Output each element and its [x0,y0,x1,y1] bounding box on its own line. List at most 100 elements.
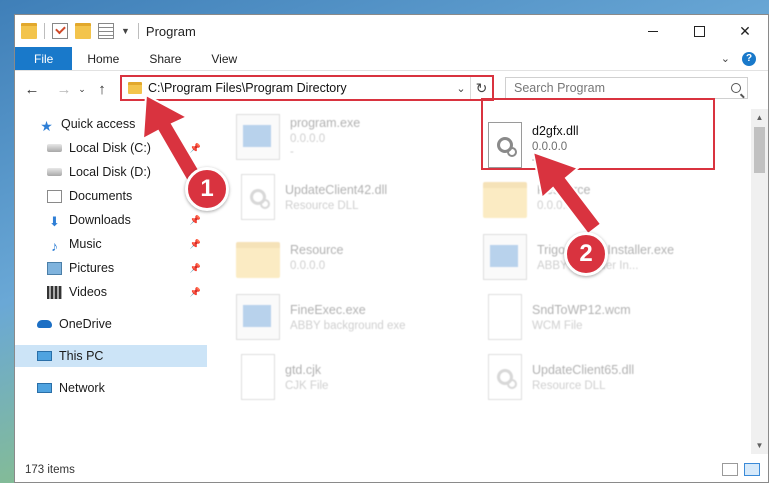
folder-icon[interactable] [21,23,37,39]
address-bar[interactable]: C:\Program Files\Program Directory ⌄ ↻ [120,75,494,101]
file-item[interactable]: Resource 0.0.0.0 [236,229,476,285]
nav-item-label: Local Disk (C:) [69,141,151,155]
ribbon-help-area: ⌄ ? [721,47,768,70]
scroll-up-arrow-icon[interactable]: ▲ [751,109,768,126]
tab-view[interactable]: View [196,47,252,70]
tab-home[interactable]: Home [72,47,134,70]
folder-icon [483,182,527,218]
explorer-window: ▼ Program ✕ File Home Share View ⌄ ? ← →… [14,14,769,483]
application-icon [236,114,280,160]
file-item[interactable]: gtd.cjk CJK File [236,349,476,405]
properties-check-icon[interactable] [52,23,68,39]
file-name: UpdateClient42.dll [285,182,388,197]
folder-icon [128,82,142,94]
scroll-thumb[interactable] [754,127,765,173]
nav-item-pictures[interactable]: Pictures 📌 [15,257,207,279]
nav-item-onedrive[interactable]: OneDrive [15,313,207,335]
nav-item-label: Downloads [69,213,131,227]
nav-item-music[interactable]: ♪ Music 📌 [15,233,207,255]
file-item[interactable]: UpdateClient65.dll Resource DLL [483,349,723,405]
file-item[interactable]: Resource 0.0.0.0 [483,169,723,225]
file-name: Resource [290,242,344,257]
pin-icon: 📌 [189,238,201,249]
pin-icon: 📌 [189,142,201,153]
forward-arrow-icon[interactable]: → [53,81,75,98]
file-name: gtd.cjk [285,362,322,377]
search-input[interactable]: Search Program [505,77,748,99]
step-badge-1: 1 [185,167,229,211]
file-detail: - [290,146,294,158]
nav-item-label: This PC [59,349,104,363]
toolbar-separator [44,23,45,39]
up-arrow-icon[interactable]: ↑ [91,81,113,98]
new-folder-icon[interactable] [75,23,91,39]
nav-item-videos[interactable]: Videos 📌 [15,281,207,303]
nav-item-label: Videos [69,285,107,299]
expand-ribbon-chevron-icon[interactable]: ⌄ [721,52,730,65]
nav-item-local-disk-d[interactable]: Local Disk (D:) [15,161,207,183]
customize-toolbar-chevron-icon[interactable]: ▼ [121,26,130,36]
file-item[interactable]: UpdateClient42.dll Resource DLL [236,169,476,225]
highlight-box [481,98,715,170]
disk-icon [47,144,62,152]
pin-icon: 📌 [189,214,201,225]
network-icon [37,383,52,393]
nav-item-local-disk-c[interactable]: Local Disk (C:) 📌 [15,137,207,159]
nav-item-label: Music [69,237,102,251]
back-arrow-icon[interactable]: ← [21,81,43,98]
dll-file-icon [241,174,275,220]
navigation-pane: ★ Quick access Local Disk (C:) 📌 Local D… [15,109,207,454]
file-item[interactable]: program.exe 0.0.0.0 - [236,109,476,165]
tiles-view-icon[interactable] [744,463,760,476]
address-dropdown-chevron-icon[interactable]: ⌄ [452,82,470,95]
file-type: Resource DLL [532,379,606,392]
nav-item-documents[interactable]: Documents 📌 [15,185,207,207]
scroll-down-arrow-icon[interactable]: ▼ [751,437,768,454]
help-icon[interactable]: ? [742,51,756,66]
step-badge-2: 2 [564,232,608,276]
nav-item-label: Local Disk (D:) [69,165,151,179]
nav-item-label: Pictures [69,261,115,275]
refresh-icon[interactable]: ↻ [470,77,492,99]
file-version: 0.0.0.0 [290,133,326,145]
file-item[interactable]: FineExec.exe ABBY background exe [236,289,476,345]
file-type: CJK File [285,379,329,392]
application-icon [236,294,280,340]
maximize-button[interactable] [676,15,722,47]
title-bar: ▼ Program ✕ [15,15,768,47]
view-switcher [722,463,760,476]
ribbon-tabs: File Home Share View ⌄ ? [15,47,768,71]
address-path[interactable]: C:\Program Files\Program Directory [148,81,452,95]
close-button[interactable]: ✕ [722,15,768,47]
item-count: 173 items [25,464,75,476]
file-name: program.exe [290,116,361,130]
vertical-scrollbar[interactable]: ▲ ▼ [751,109,768,454]
file-name: SndToWP12.wcm [532,302,631,317]
recent-locations-chevron-icon[interactable]: ⌄ [75,84,89,95]
file-type: WCM File [532,319,583,332]
file-item[interactable]: SndToWP12.wcm WCM File [483,289,723,345]
window-controls: ✕ [630,15,768,47]
nav-item-quick-access[interactable]: ★ Quick access [15,113,207,135]
details-view-icon[interactable] [722,463,738,476]
list-properties-icon[interactable] [98,23,114,39]
search-placeholder: Search Program [514,81,606,95]
dll-file-icon [488,354,522,400]
file-name: UpdateClient65.dll [532,362,635,377]
nav-item-network[interactable]: Network [15,377,207,399]
tab-file[interactable]: File [15,47,73,70]
application-icon [483,234,527,280]
nav-item-label: Documents [69,189,133,203]
tab-share[interactable]: Share [134,47,196,70]
quick-access-toolbar: ▼ [15,15,146,47]
pin-icon: 📌 [189,286,201,297]
documents-icon [47,189,62,203]
nav-item-downloads[interactable]: ⬇ Downloads 📌 [15,209,207,231]
file-icon [488,294,522,340]
computer-icon [37,351,52,361]
cloud-icon [37,320,52,328]
status-bar: 173 items [15,458,768,482]
videos-icon [47,285,62,299]
minimize-button[interactable] [630,15,676,47]
nav-item-this-pc[interactable]: This PC [15,345,207,367]
